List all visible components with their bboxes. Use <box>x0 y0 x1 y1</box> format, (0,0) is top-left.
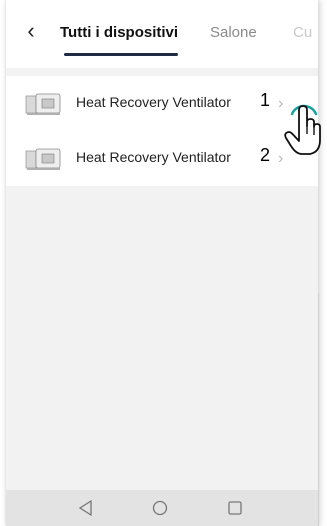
list-item-device-2[interactable]: Heat Recovery Ventilator 2 › <box>6 131 318 186</box>
device-number: 1 <box>260 90 271 110</box>
divider <box>318 293 319 526</box>
system-nav-bar <box>6 490 318 526</box>
pointer-hand-icon <box>284 104 321 155</box>
list-item-device-1[interactable]: Heat Recovery Ventilator 1 › <box>6 76 318 131</box>
home-circle-icon[interactable] <box>150 498 170 518</box>
back-triangle-icon[interactable] <box>76 498 96 518</box>
ventilator-icon <box>25 93 61 115</box>
recents-square-icon[interactable] <box>225 498 245 518</box>
top-bar: ‹ Tutti i dispositivi Salone Cu <box>6 0 318 68</box>
tab-salone[interactable]: Salone <box>210 24 257 41</box>
app-screen: ‹ Tutti i dispositivi Salone Cu Heat Rec… <box>6 0 318 526</box>
device-name: Heat Recovery Ventilator <box>76 149 231 165</box>
device-number: 2 <box>260 145 271 165</box>
chevron-left-icon[interactable]: ‹ <box>20 20 42 42</box>
tab-partial[interactable]: Cu <box>293 24 312 41</box>
tab-all-devices[interactable]: Tutti i dispositivi <box>60 24 178 41</box>
active-tab-indicator <box>64 53 178 56</box>
device-list: Heat Recovery Ventilator 1 › Heat Recove… <box>6 76 318 186</box>
ventilator-icon <box>25 148 61 170</box>
device-name: Heat Recovery Ventilator <box>76 94 231 110</box>
